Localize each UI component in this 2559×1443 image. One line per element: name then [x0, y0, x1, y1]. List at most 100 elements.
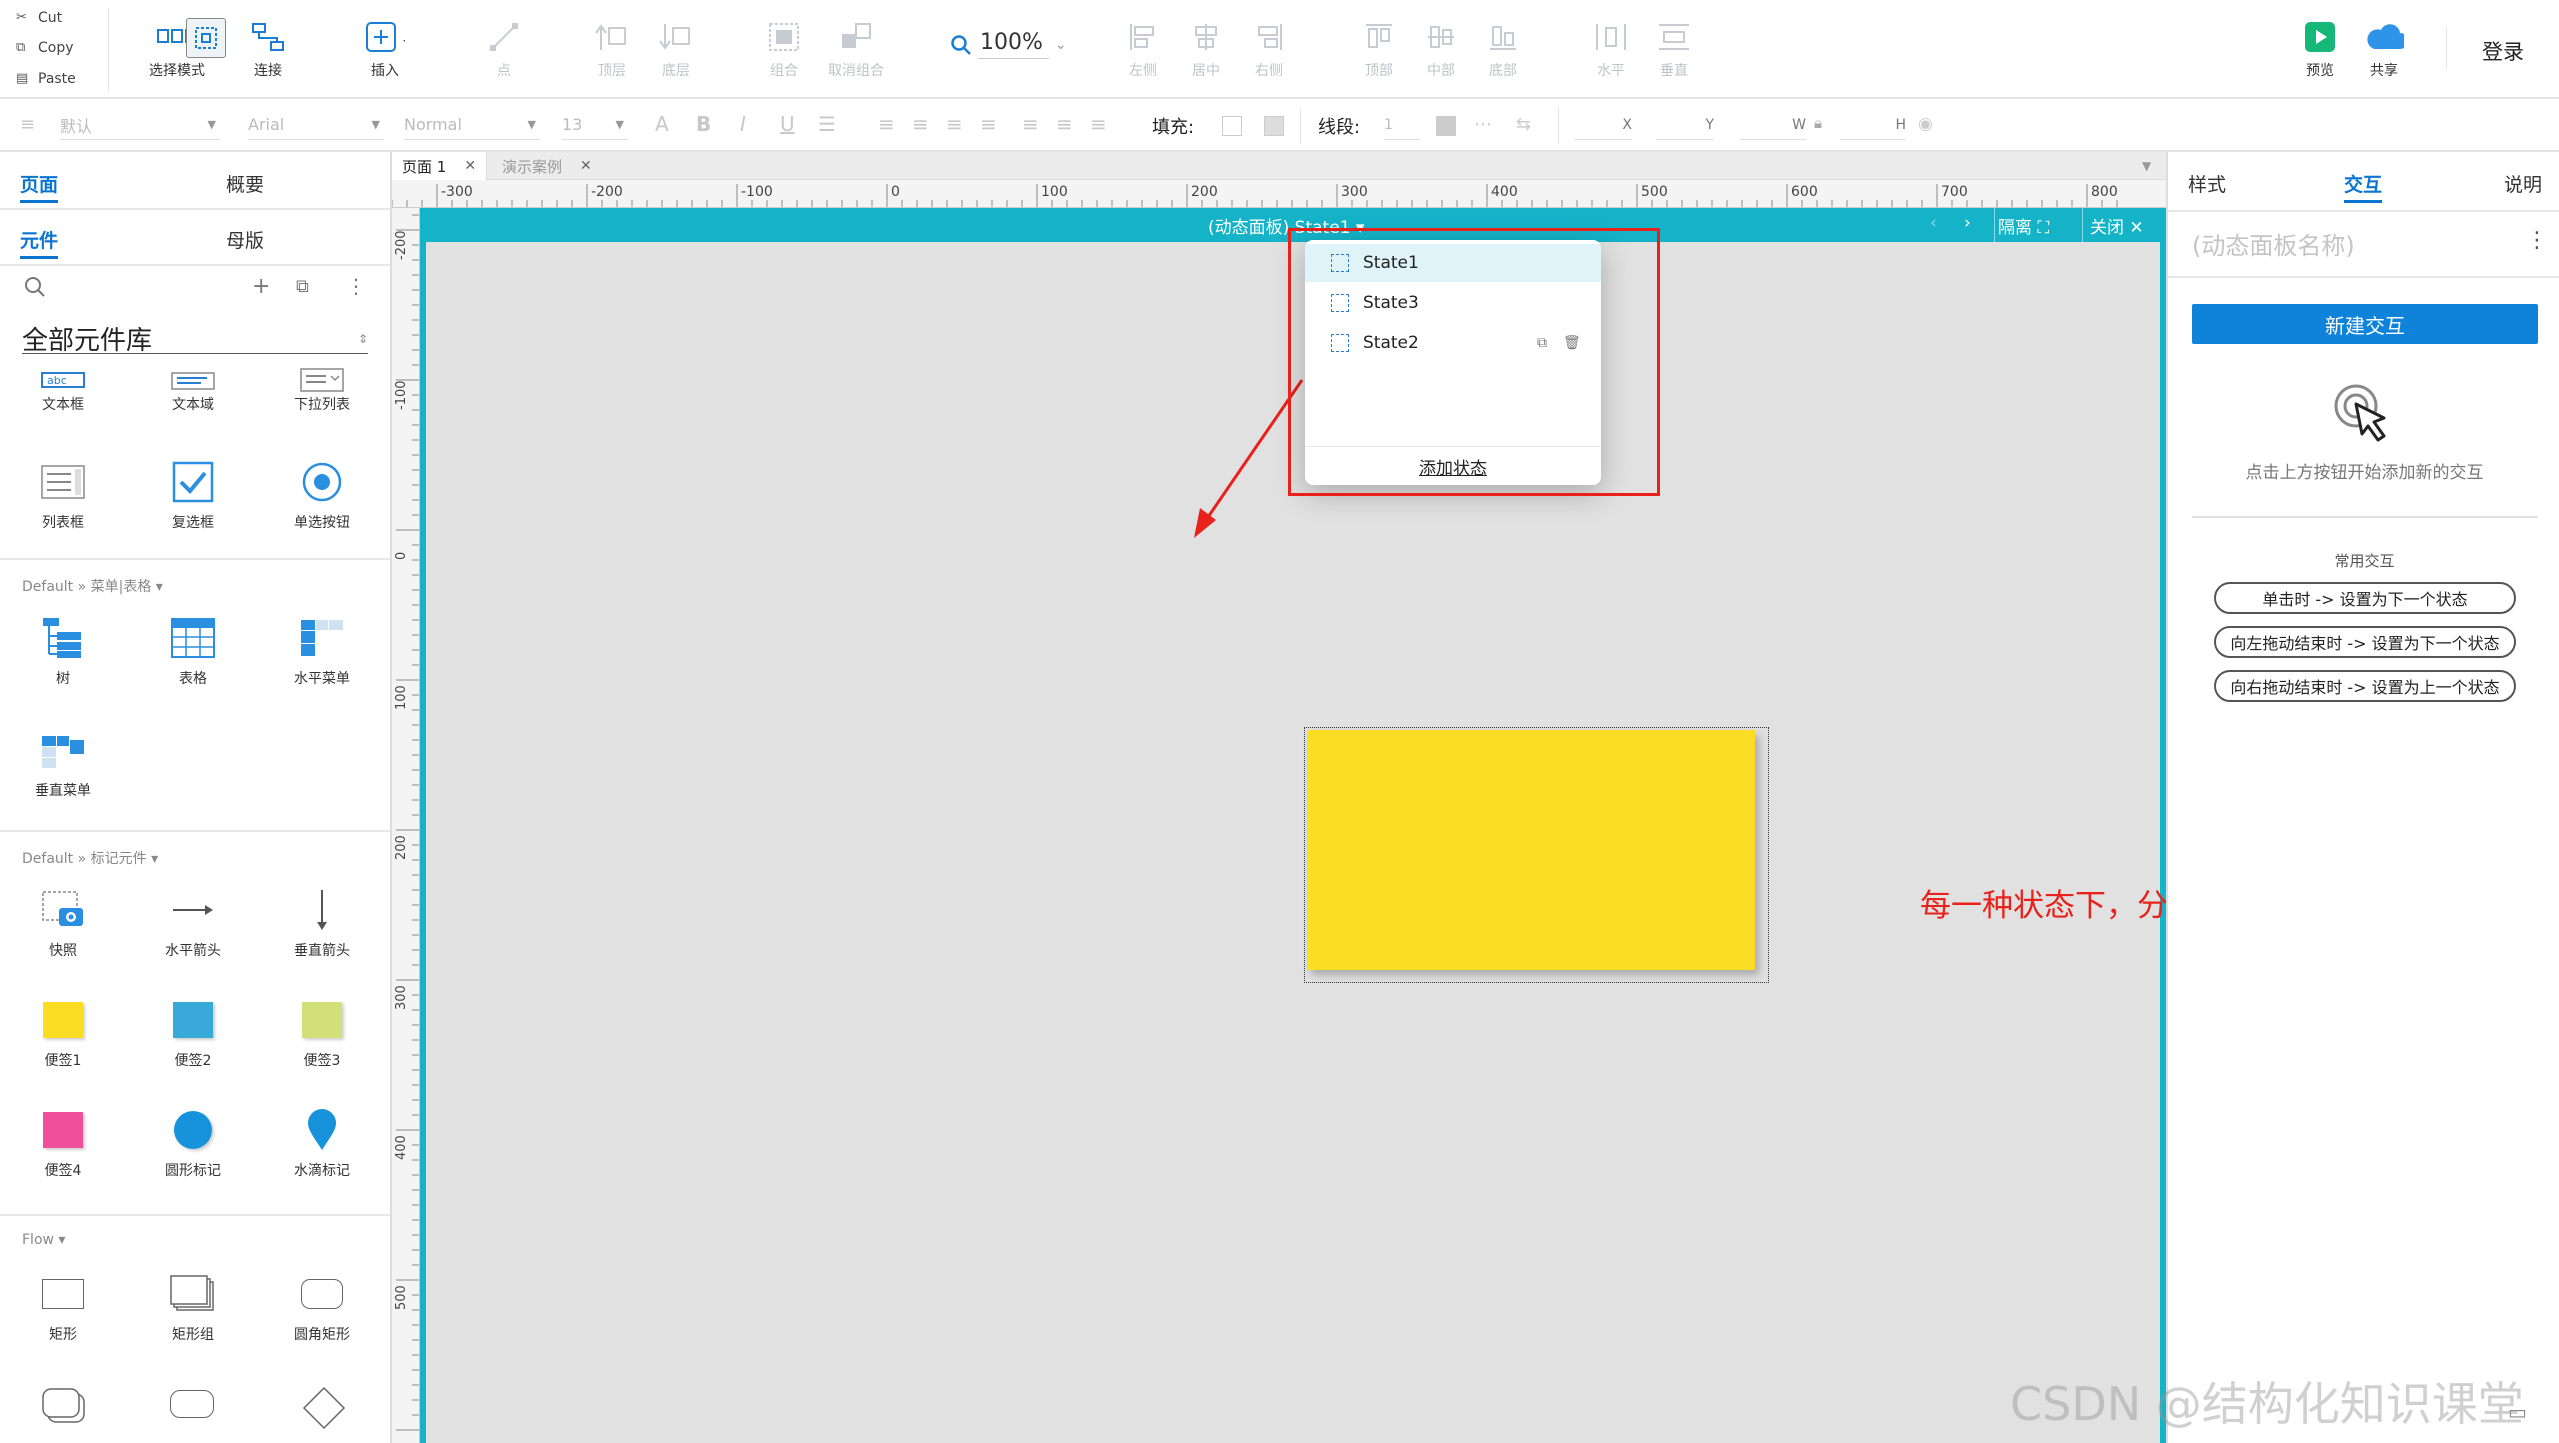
sticky-note-yellow[interactable] — [1307, 730, 1755, 970]
cut-button[interactable]: ✂ Cut — [16, 10, 62, 26]
more-options-icon[interactable]: ⋮ — [2526, 228, 2548, 253]
add-library-icon[interactable]: + — [252, 274, 270, 299]
login-button[interactable]: 登录 — [2482, 36, 2524, 66]
distribute-vertical-button[interactable]: 垂直 — [1624, 18, 1724, 80]
align-text-center-icon[interactable]: ≡ — [912, 112, 929, 136]
widget-rounded-group-icon[interactable] — [42, 1388, 88, 1432]
widget-diamond-icon[interactable] — [302, 1386, 346, 1434]
arrow-style-icon[interactable]: ⇆ — [1516, 114, 1531, 135]
group-label-flow[interactable]: Flow ▾ — [22, 1232, 65, 1248]
search-icon[interactable] — [24, 276, 46, 303]
fill-color-swatch[interactable] — [1222, 116, 1242, 136]
library-copy-icon[interactable]: ⧉ — [296, 276, 309, 297]
prev-state-icon[interactable]: ‹ — [1930, 213, 1937, 233]
widget-rounded-rectangle[interactable]: 圆角矩形 — [262, 1266, 382, 1344]
widget-snapshot[interactable]: 快照 — [3, 882, 123, 960]
share-button[interactable]: 共享 — [2334, 18, 2434, 80]
page-tab-1[interactable]: 页面 1 ✕ — [392, 152, 488, 180]
tab-widgets[interactable]: 元件 — [20, 226, 58, 253]
widget-vmenu[interactable]: 垂直菜单 — [3, 722, 123, 800]
widget-tree[interactable]: 树 — [3, 610, 123, 688]
align-text-left-icon[interactable]: ≡ — [878, 112, 895, 136]
state-item[interactable]: State2 ⧉ 🗑︎ — [1305, 324, 1601, 362]
tabs-overflow-icon[interactable]: ▼ — [2142, 159, 2151, 173]
widget-textarea[interactable]: 文本域 — [133, 352, 253, 414]
tab-style[interactable]: 样式 — [2188, 170, 2226, 197]
widget-drop-marker[interactable]: 水滴标记 — [262, 1102, 382, 1180]
lock-icon[interactable]: 🔒︎ — [1814, 114, 1822, 132]
send-to-back-button[interactable]: 底层 — [626, 18, 726, 80]
panel-name-input[interactable]: (动态面板名称) — [2192, 224, 2492, 262]
widget-checkbox[interactable]: 复选框 — [133, 454, 253, 532]
design-canvas[interactable]: (动态面板) State1 ▾ ‹ › 隔离 ⛶ 关闭 ✕ 每一种状态下，分别拖… — [420, 208, 2166, 1443]
preset-interaction-button[interactable]: 向左拖动结束时 -> 设置为下一个状态 — [2214, 626, 2516, 658]
insert-button[interactable]: 插入 — [335, 18, 435, 80]
widget-dropdown[interactable]: 下拉列表 — [262, 352, 382, 414]
widget-sticky4[interactable]: 便签4 — [3, 1102, 123, 1180]
widget-textbox[interactable]: abc 文本框 — [3, 352, 123, 414]
widget-sticky2[interactable]: 便签2 — [133, 992, 253, 1070]
duplicate-state-icon[interactable]: ⧉ — [1537, 335, 1547, 351]
tab-notes[interactable]: 说明 — [2504, 170, 2542, 197]
preset-interaction-button[interactable]: 单击时 -> 设置为下一个状态 — [2214, 582, 2516, 614]
align-right-button[interactable]: 右侧 — [1219, 18, 1319, 80]
line-width-field[interactable]: 1 — [1384, 110, 1420, 140]
widget-sticky1[interactable]: 便签1 — [3, 992, 123, 1070]
isolate-button[interactable]: 隔离 ⛶ — [1998, 213, 2049, 238]
widget-table[interactable]: 表格 — [133, 610, 253, 688]
close-panel-button[interactable]: 关闭 ✕ — [2090, 213, 2144, 238]
connect-button[interactable]: 连接 — [218, 18, 318, 80]
add-state-button[interactable]: 添加状态 — [1305, 454, 1601, 479]
tab-masters[interactable]: 母版 — [226, 226, 264, 253]
widget-rectangle-group[interactable]: 矩形组 — [133, 1266, 253, 1344]
align-text-right-icon[interactable]: ≡ — [946, 112, 963, 136]
library-select[interactable]: 全部元件库 ⇕ — [22, 324, 368, 356]
w-field[interactable]: W — [1740, 110, 1806, 140]
valign-top-icon[interactable]: ≡ — [1022, 112, 1039, 136]
group-label-menu[interactable]: Default » 菜单|表格 ▾ — [22, 576, 163, 596]
font-select[interactable]: Arial ▼ — [248, 110, 384, 140]
valign-middle-icon[interactable]: ≡ — [1056, 112, 1073, 136]
weight-select[interactable]: Normal ▼ — [404, 110, 540, 140]
widget-hmenu[interactable]: 水平菜单 — [262, 610, 382, 688]
line-style-icon[interactable]: ⋯ — [1474, 114, 1492, 135]
list-icon[interactable]: ☰ — [818, 112, 836, 136]
zoom-select[interactable]: 100% ⌄ — [950, 30, 1067, 59]
justify-icon[interactable]: ≡ — [980, 112, 997, 136]
widget-radio[interactable]: 单选按钮 — [262, 454, 382, 532]
line-color-swatch[interactable] — [1436, 116, 1456, 136]
font-color-icon[interactable]: A — [655, 112, 669, 136]
widget-circle-marker[interactable]: 圆形标记 — [133, 1102, 253, 1180]
ungroup-button[interactable]: 取消组合 — [806, 18, 906, 80]
y-field[interactable]: Y — [1656, 110, 1714, 140]
valign-bottom-icon[interactable]: ≡ — [1090, 112, 1107, 136]
widget-listbox[interactable]: 列表框 — [3, 454, 123, 532]
panel-state-selector[interactable]: (动态面板) State1 ▾ — [1208, 213, 1364, 238]
visibility-icon[interactable]: ◉ — [1918, 114, 1933, 134]
next-state-icon[interactable]: › — [1964, 213, 1971, 233]
italic-icon[interactable]: I — [740, 112, 746, 136]
x-field[interactable]: X — [1574, 110, 1632, 140]
close-icon[interactable]: ✕ — [580, 158, 592, 174]
state-item[interactable]: State1 — [1305, 244, 1601, 282]
format-painter-icon[interactable]: ≡ — [20, 114, 35, 135]
tab-outline[interactable]: 概要 — [226, 170, 264, 197]
widget-pill-icon[interactable] — [170, 1390, 214, 1418]
bold-icon[interactable]: B — [696, 112, 711, 136]
paste-button[interactable]: ▤ Paste — [16, 71, 76, 87]
widget-varrow[interactable]: 垂直箭头 — [262, 882, 382, 960]
underline-icon[interactable]: U — [780, 112, 795, 136]
tab-interactions[interactable]: 交互 — [2344, 170, 2382, 197]
page-tab-demo[interactable]: 演示案例 ✕ — [492, 152, 602, 180]
h-field[interactable]: H — [1840, 110, 1906, 140]
new-interaction-button[interactable]: 新建交互 — [2192, 304, 2538, 344]
copy-button[interactable]: ⧉ Copy — [16, 40, 74, 56]
align-bottom-button[interactable]: 底部 — [1453, 18, 1553, 80]
widget-harrow[interactable]: 水平箭头 — [133, 882, 253, 960]
state-item[interactable]: State3 — [1305, 284, 1601, 322]
delete-state-icon[interactable]: 🗑︎ — [1563, 335, 1581, 351]
close-icon[interactable]: ✕ — [464, 158, 476, 174]
widget-rectangle[interactable]: 矩形 — [3, 1266, 123, 1344]
more-options-icon[interactable]: ⋮ — [346, 274, 366, 298]
tab-pages[interactable]: 页面 — [20, 170, 58, 197]
